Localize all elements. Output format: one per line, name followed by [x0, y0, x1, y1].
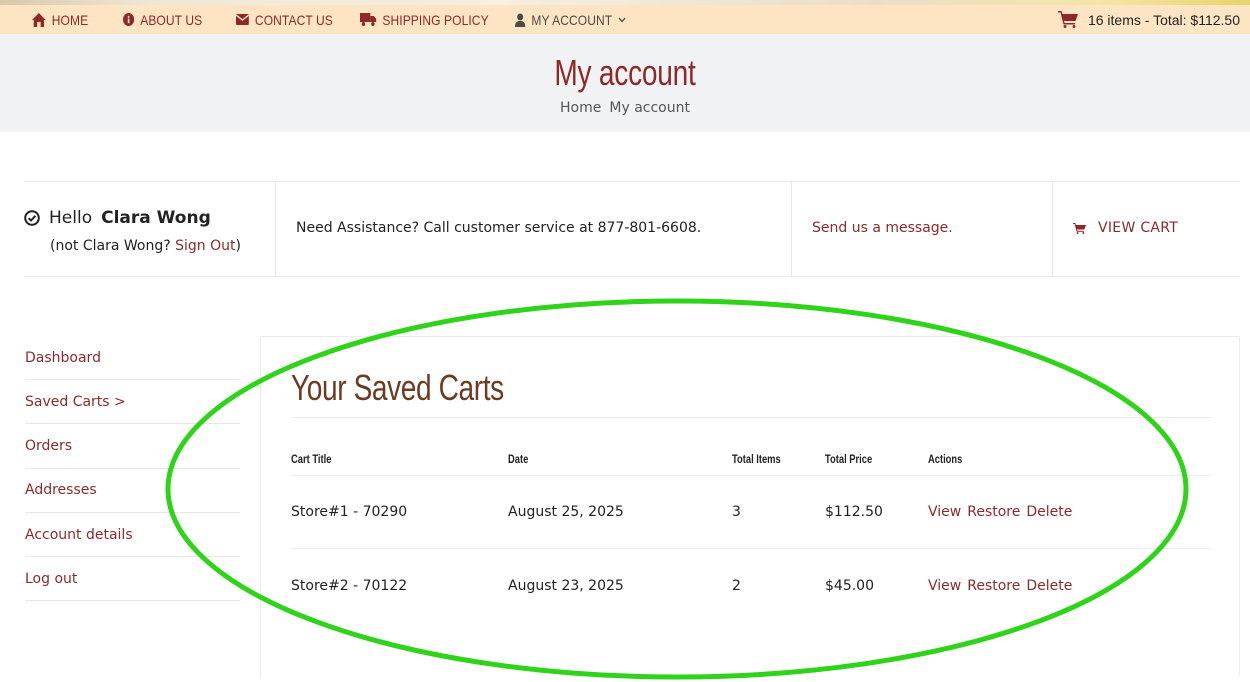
shopping-cart-icon: [1073, 222, 1086, 234]
sidebar-item-saved-carts[interactable]: Saved Carts >: [25, 380, 240, 425]
column-header-cart-title: Cart Title: [291, 452, 332, 466]
title-divider: [291, 417, 1211, 418]
saved-carts-title: Your Saved Carts: [291, 367, 504, 408]
table-row: Store#1 - 70290 August 25, 2025 3 $112.5…: [291, 475, 1211, 549]
total-price-cell: $45.00: [825, 578, 874, 594]
nav-contact-us[interactable]: CONTACT US: [236, 5, 333, 34]
sidebar-item-log-out[interactable]: Log out: [25, 557, 240, 602]
cart-title-cell: Store#1 - 70290: [291, 504, 408, 520]
total-items-cell: 3: [732, 504, 741, 520]
view-cart-action[interactable]: View: [928, 578, 961, 594]
date-cell: August 23, 2025: [508, 578, 624, 594]
truck-icon: [360, 13, 377, 26]
row-actions: View Restore Delete: [928, 578, 1072, 594]
send-message-link[interactable]: Send us a message.: [812, 220, 953, 236]
nav-about-us[interactable]: ABOUT US: [123, 5, 202, 34]
nav-shipping-policy[interactable]: SHIPPING POLICY: [360, 5, 489, 34]
date-cell: August 25, 2025: [508, 504, 624, 520]
view-cart-label: VIEW CART: [1098, 220, 1179, 236]
envelope-icon: [236, 14, 249, 25]
message-cell: Send us a message.: [791, 182, 1052, 277]
nav-about-label: ABOUT US: [140, 11, 203, 28]
view-cart-cell: VIEW CART: [1052, 182, 1240, 277]
not-user-line: (not Clara Wong? Sign Out): [50, 238, 241, 254]
row-actions: View Restore Delete: [928, 504, 1072, 520]
assistance-cell: Need Assistance? Call customer service a…: [275, 182, 791, 277]
delete-cart-action[interactable]: Delete: [1026, 578, 1072, 594]
hello-text: Hello: [49, 208, 93, 228]
chevron-down-icon: [618, 17, 626, 22]
cart-summary[interactable]: 16 items - Total: $112.50: [1057, 5, 1240, 34]
table-row: Store#2 - 70122 August 23, 2025 2 $45.00…: [291, 549, 1211, 623]
nav-home[interactable]: HOME: [32, 5, 88, 34]
column-header-actions: Actions: [928, 452, 963, 466]
info-circle-icon: [123, 13, 135, 26]
account-info-strip: Hello Clara Wong (not Clara Wong? Sign O…: [24, 181, 1240, 277]
user-name: Clara Wong: [101, 208, 211, 228]
page-header: My account Home My account: [0, 34, 1250, 132]
top-navbar: HOME ABOUT US CONTACT US SHIPPING POLICY…: [0, 5, 1250, 34]
nav-home-label: HOME: [51, 11, 89, 28]
nav-contact-label: CONTACT US: [254, 11, 333, 28]
restore-cart-action[interactable]: Restore: [967, 504, 1020, 520]
check-circle-icon: [24, 210, 40, 226]
total-items-cell: 2: [732, 578, 741, 594]
breadcrumb-current: My account: [609, 100, 690, 116]
column-header-total-items: Total Items: [732, 452, 781, 466]
cart-summary-text: 16 items - Total: $112.50: [1087, 11, 1240, 28]
assistance-text: Need Assistance? Call customer service a…: [296, 220, 702, 236]
nav-account-label: MY ACCOUNT: [531, 11, 613, 28]
cart-title-cell: Store#2 - 70122: [291, 578, 408, 594]
greeting: Hello Clara Wong: [24, 208, 211, 228]
account-sidebar: Dashboard Saved Carts > Orders Addresses…: [25, 336, 240, 602]
home-icon: [32, 12, 46, 27]
not-user-prefix: (not Clara Wong?: [50, 238, 176, 254]
restore-cart-action[interactable]: Restore: [967, 578, 1020, 594]
delete-cart-action[interactable]: Delete: [1026, 504, 1072, 520]
user-icon: [515, 13, 526, 27]
sidebar-item-account-details[interactable]: Account details: [25, 513, 240, 558]
nav-my-account[interactable]: MY ACCOUNT: [515, 5, 626, 34]
saved-carts-panel: Your Saved Carts Cart Title Date Total I…: [260, 336, 1240, 676]
shopping-cart-icon: [1057, 11, 1078, 28]
total-price-cell: $112.50: [825, 504, 883, 520]
column-header-total-price: Total Price: [825, 452, 873, 466]
sign-out-link[interactable]: Sign Out: [175, 238, 235, 254]
column-header-date: Date: [508, 452, 529, 466]
page-title: My account: [554, 52, 696, 93]
greeting-cell: Hello Clara Wong (not Clara Wong? Sign O…: [24, 182, 275, 277]
breadcrumb: Home My account: [0, 100, 1250, 116]
view-cart-link[interactable]: VIEW CART: [1073, 220, 1178, 236]
sidebar-item-addresses[interactable]: Addresses: [25, 469, 240, 513]
view-cart-action[interactable]: View: [928, 504, 961, 520]
sidebar-item-orders[interactable]: Orders: [25, 424, 240, 469]
not-user-suffix: ): [235, 238, 241, 254]
sidebar-item-dashboard[interactable]: Dashboard: [25, 336, 240, 380]
nav-shipping-label: SHIPPING POLICY: [382, 11, 489, 28]
breadcrumb-home[interactable]: Home: [560, 100, 601, 116]
